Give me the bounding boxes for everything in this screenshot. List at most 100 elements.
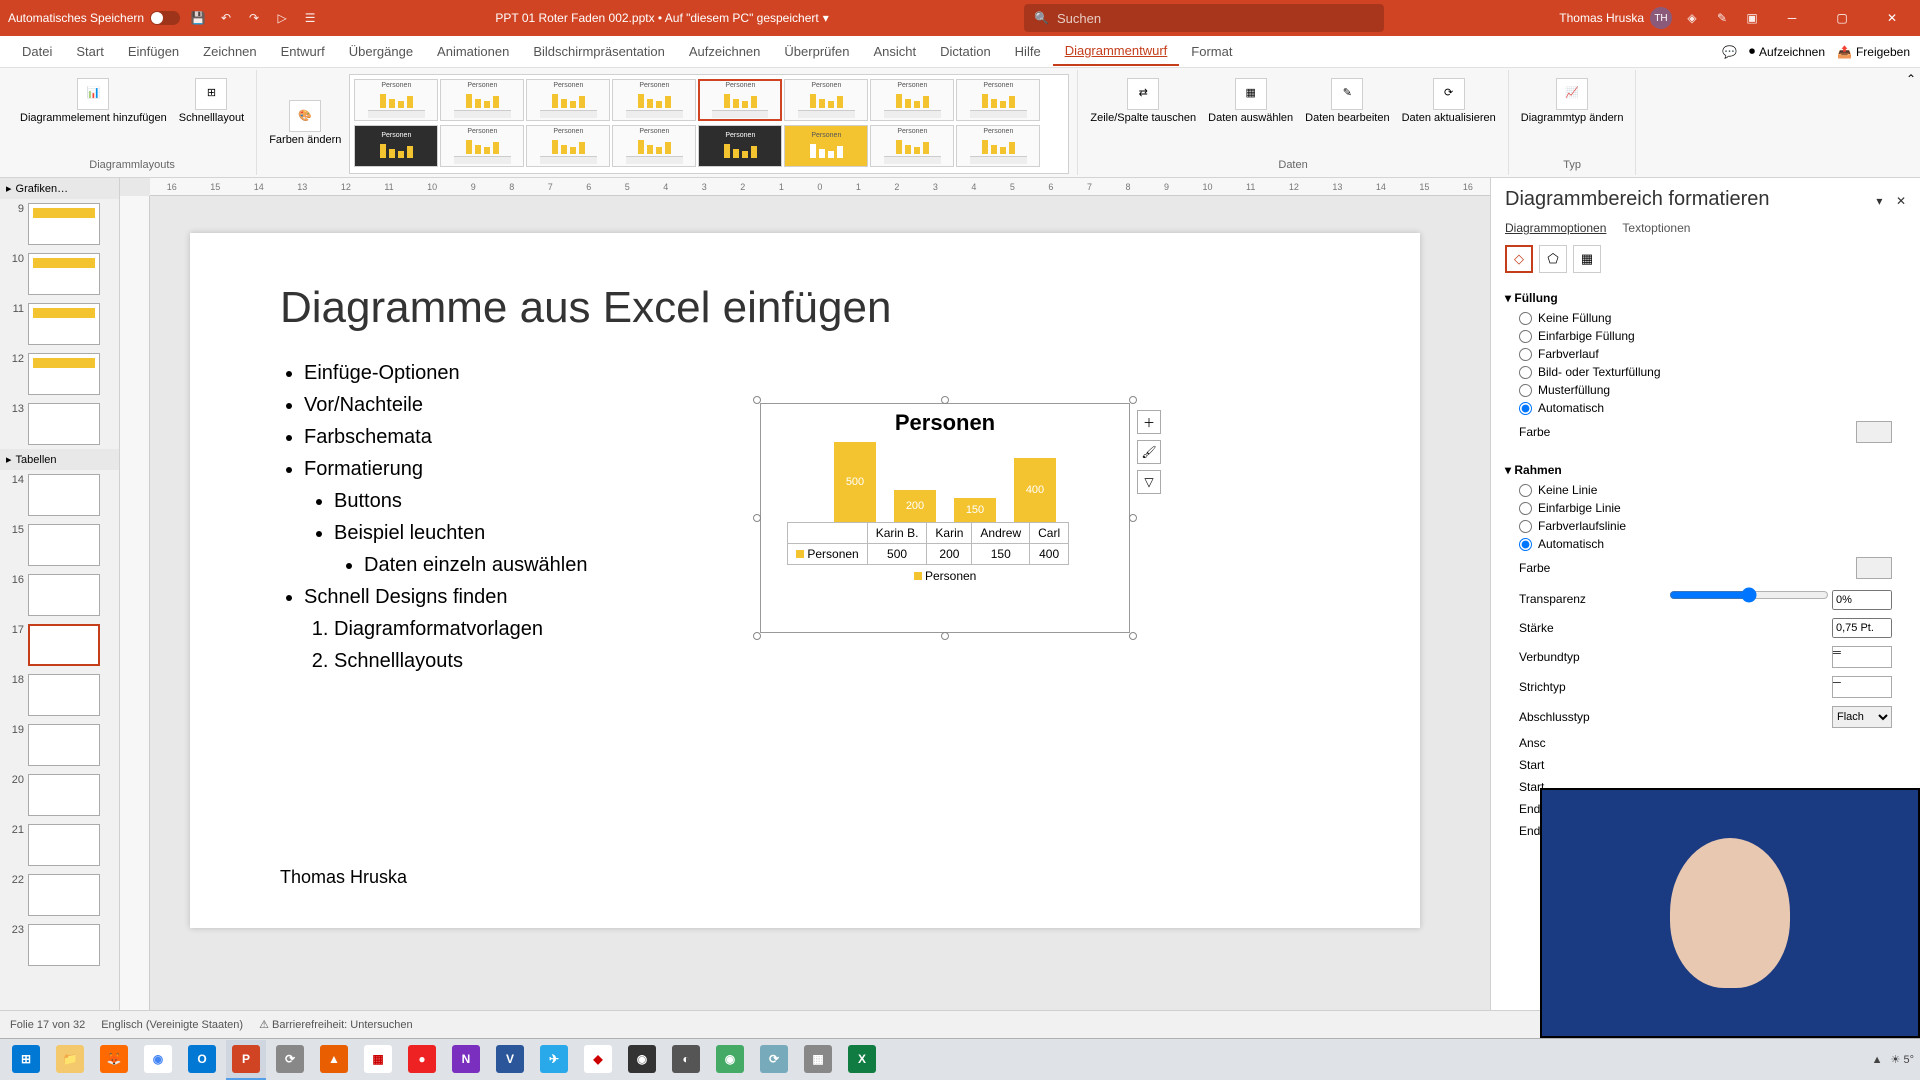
app-icon-19[interactable]: ▦: [798, 1040, 838, 1080]
slide-title[interactable]: Diagramme aus Excel einfügen: [280, 283, 1330, 333]
tab-datei[interactable]: Datei: [10, 38, 64, 65]
slide-editor[interactable]: 1615141312111098765432101234567891011121…: [120, 178, 1490, 1010]
section-header-grafiken[interactable]: ▸ Grafiken…: [0, 178, 119, 199]
slide-thumb-12[interactable]: 12: [0, 349, 119, 399]
tab-format[interactable]: Format: [1179, 38, 1244, 65]
chart-style-9[interactable]: Personen: [354, 125, 438, 167]
diamond-icon[interactable]: ◈: [1682, 8, 1702, 28]
border-opt-solid[interactable]: Einfarbige Linie: [1505, 499, 1906, 517]
change-colors-button[interactable]: 🎨 Farben ändern: [265, 96, 345, 151]
app-icon-14[interactable]: ◆: [578, 1040, 618, 1080]
slide-thumb-14[interactable]: 14: [0, 470, 119, 520]
fill-opt-none[interactable]: Keine Füllung: [1505, 309, 1906, 327]
embedded-chart[interactable]: Personen 500 200 150 400 Karin B.KarinAn…: [760, 403, 1130, 633]
chrome-icon[interactable]: ◉: [138, 1040, 178, 1080]
width-input[interactable]: [1832, 618, 1892, 638]
toggle-switch[interactable]: [150, 11, 180, 25]
autosave-toggle[interactable]: Automatisches Speichern: [8, 11, 180, 25]
border-opt-gradient[interactable]: Farbverlaufslinie: [1505, 517, 1906, 535]
obs-icon[interactable]: ◉: [622, 1040, 662, 1080]
app-icon-10[interactable]: ●: [402, 1040, 442, 1080]
tab-start[interactable]: Start: [64, 38, 115, 65]
border-color-button[interactable]: [1856, 557, 1892, 579]
tab-zeichnen[interactable]: Zeichnen: [191, 38, 268, 65]
window-icon[interactable]: ▣: [1742, 8, 1762, 28]
tray-icon[interactable]: ▲: [1872, 1054, 1883, 1066]
effects-icon[interactable]: ⬠: [1539, 245, 1567, 273]
change-chart-type-button[interactable]: 📈Diagrammtyp ändern: [1517, 74, 1628, 129]
cap-select[interactable]: Flach: [1832, 706, 1892, 728]
slide-counter[interactable]: Folie 17 von 32: [10, 1019, 85, 1031]
collapse-ribbon-button[interactable]: ⌃: [1906, 72, 1916, 86]
transparency-input[interactable]: [1832, 590, 1892, 610]
chart-style-6[interactable]: Personen: [784, 79, 868, 121]
tab-einfuegen[interactable]: Einfügen: [116, 38, 191, 65]
fill-opt-solid[interactable]: Einfarbige Füllung: [1505, 327, 1906, 345]
onenote-icon[interactable]: N: [446, 1040, 486, 1080]
pen-icon[interactable]: ✎: [1712, 8, 1732, 28]
tab-aufzeichnen[interactable]: Aufzeichnen: [677, 38, 773, 65]
size-icon[interactable]: ▦: [1573, 245, 1601, 273]
select-data-button[interactable]: ▦Daten auswählen: [1204, 74, 1297, 129]
slide-thumb-13[interactable]: 13: [0, 399, 119, 449]
compound-select[interactable]: ═: [1832, 646, 1892, 668]
fill-opt-auto[interactable]: Automatisch: [1505, 399, 1906, 417]
filename-area[interactable]: PPT 01 Roter Faden 002.pptx • Auf "diese…: [495, 11, 828, 25]
undo-icon[interactable]: ↶: [216, 8, 236, 28]
fill-opt-gradient[interactable]: Farbverlauf: [1505, 345, 1906, 363]
save-icon[interactable]: 💾: [188, 8, 208, 28]
start-button[interactable]: ⊞: [6, 1040, 46, 1080]
pane-close-icon[interactable]: ✕: [1896, 194, 1906, 208]
excel-icon[interactable]: X: [842, 1040, 882, 1080]
chart-style-12[interactable]: Personen: [612, 125, 696, 167]
slide-thumb-15[interactable]: 15: [0, 520, 119, 570]
pane-menu-icon[interactable]: ▾: [1876, 194, 1882, 208]
app-icon-18[interactable]: ⟳: [754, 1040, 794, 1080]
chart-style-2[interactable]: Personen: [440, 79, 524, 121]
chart-style-1[interactable]: Personen: [354, 79, 438, 121]
chart-filter-button[interactable]: ▽: [1137, 470, 1161, 494]
border-opt-none[interactable]: Keine Linie: [1505, 481, 1906, 499]
tab-ansicht[interactable]: Ansicht: [861, 38, 928, 65]
dash-select[interactable]: ─: [1832, 676, 1892, 698]
slide-canvas[interactable]: Diagramme aus Excel einfügen Einfüge-Opt…: [190, 233, 1420, 928]
firefox-icon[interactable]: 🦊: [94, 1040, 134, 1080]
slide-thumb-17[interactable]: 17: [0, 620, 119, 670]
chart-style-5[interactable]: Personen: [698, 79, 782, 121]
fill-color-button[interactable]: [1856, 421, 1892, 443]
search-input[interactable]: [1057, 11, 1374, 26]
minimize-button[interactable]: ─: [1772, 0, 1812, 36]
slide-thumb-21[interactable]: 21: [0, 820, 119, 870]
powerpoint-icon[interactable]: P: [226, 1040, 266, 1080]
tab-dictation[interactable]: Dictation: [928, 38, 1003, 65]
user-account[interactable]: Thomas Hruska TH: [1559, 7, 1672, 29]
chart-style-4[interactable]: Personen: [612, 79, 696, 121]
tab-ueberpruefen[interactable]: Überprüfen: [772, 38, 861, 65]
from-start-icon[interactable]: ▷: [272, 8, 292, 28]
fill-opt-picture[interactable]: Bild- oder Texturfüllung: [1505, 363, 1906, 381]
slide-thumb-18[interactable]: 18: [0, 670, 119, 720]
app-icon-9[interactable]: ▦: [358, 1040, 398, 1080]
transparency-slider[interactable]: [1669, 587, 1829, 603]
tab-bildschirmpraesentation[interactable]: Bildschirmpräsentation: [521, 38, 677, 65]
refresh-data-button[interactable]: ⟳Daten aktualisieren: [1398, 74, 1500, 129]
slide-thumb-19[interactable]: 19: [0, 720, 119, 770]
slide-thumb-23[interactable]: 23: [0, 920, 119, 970]
add-chart-element-button[interactable]: 📊 Diagrammelement hinzufügen: [16, 74, 171, 129]
record-button[interactable]: ⏺ Aufzeichnen: [1749, 44, 1825, 59]
slide-thumb-16[interactable]: 16: [0, 570, 119, 620]
border-section-header[interactable]: ▾ Rahmen: [1505, 459, 1906, 481]
slide-thumb-10[interactable]: 10: [0, 249, 119, 299]
accessibility-status[interactable]: ⚠ Barrierefreiheit: Untersuchen: [259, 1018, 413, 1031]
chart-style-7[interactable]: Personen: [870, 79, 954, 121]
tab-hilfe[interactable]: Hilfe: [1003, 38, 1053, 65]
quick-layout-button[interactable]: ⊞ Schnelllayout: [175, 74, 248, 129]
maximize-button[interactable]: ▢: [1822, 0, 1862, 36]
tab-diagram-options[interactable]: Diagrammoptionen: [1505, 221, 1606, 235]
touch-mode-icon[interactable]: ☰: [300, 8, 320, 28]
slide-thumb-11[interactable]: 11: [0, 299, 119, 349]
tab-entwurf[interactable]: Entwurf: [269, 38, 337, 65]
slide-thumb-9[interactable]: 9: [0, 199, 119, 249]
switch-row-col-button[interactable]: ⇄Zeile/Spalte tauschen: [1086, 74, 1200, 129]
telegram-icon[interactable]: ✈: [534, 1040, 574, 1080]
